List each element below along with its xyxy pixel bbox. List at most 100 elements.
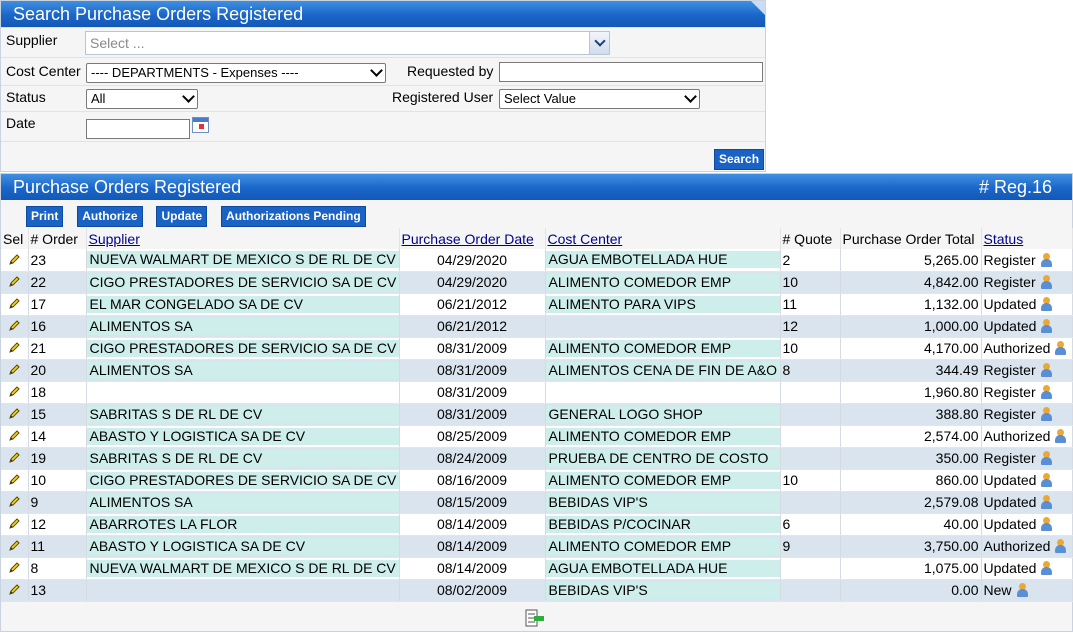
user-icon[interactable] bbox=[1040, 517, 1053, 531]
column-header-status[interactable]: Status bbox=[981, 228, 1073, 249]
table-row[interactable]: 10 CIGO PRESTADORES DE SERVICIO SA DE CV 0… bbox=[1, 469, 1073, 492]
status-select[interactable]: All bbox=[86, 89, 198, 109]
table-row[interactable]: 21 CIGO PRESTADORES DE SERVICIO SA DE CV 0… bbox=[1, 337, 1073, 360]
cost-center-text: AGUA EMBOTELLADA HUE bbox=[545, 251, 779, 269]
pencil-icon[interactable] bbox=[8, 451, 21, 464]
table-row[interactable]: 22 CIGO PRESTADORES DE SERVICIO SA DE CV 0… bbox=[1, 271, 1073, 294]
calendar-icon[interactable] bbox=[192, 117, 209, 133]
table-row[interactable]: 9 ALIMENTOS SA 08/15/2009 BEBIDAS VIP'S 2,57… bbox=[1, 491, 1073, 514]
cost-center-text: ALIMENTOS CENA DE FIN DE A&O bbox=[545, 361, 779, 379]
total-cell: 1,000.00 bbox=[840, 315, 982, 338]
pencil-icon[interactable] bbox=[8, 363, 21, 376]
table-row[interactable]: 23 NUEVA WALMART DE MEXICO S DE RL DE CV 0… bbox=[1, 249, 1073, 272]
requested-by-input[interactable] bbox=[499, 62, 763, 82]
user-icon[interactable] bbox=[1040, 385, 1052, 399]
supplier-text: SABRITAS S DE RL DE CV bbox=[86, 405, 398, 423]
user-icon[interactable] bbox=[1040, 297, 1053, 311]
table-row[interactable]: 16 ALIMENTOS SA 06/21/2012 12 1,000.00 Update… bbox=[1, 315, 1073, 338]
pencil-icon[interactable] bbox=[8, 517, 21, 530]
user-icon[interactable] bbox=[1040, 495, 1053, 509]
user-icon[interactable] bbox=[1040, 252, 1052, 267]
supplier-placeholder: Select ... bbox=[90, 35, 145, 51]
status-cell: Updated bbox=[981, 491, 1073, 514]
order-date-cell: 06/21/2012 bbox=[399, 293, 546, 316]
print-button[interactable]: Print bbox=[26, 206, 64, 227]
pencil-icon[interactable] bbox=[8, 429, 21, 442]
cost-center-select[interactable]: ---- DEPARTMENTS - Expenses ---- bbox=[86, 63, 386, 83]
select-cell[interactable] bbox=[1, 271, 29, 294]
user-icon[interactable] bbox=[1040, 561, 1053, 575]
user-icon[interactable] bbox=[1040, 319, 1053, 333]
pencil-icon[interactable] bbox=[8, 275, 21, 288]
user-icon[interactable] bbox=[1040, 275, 1052, 289]
table-row[interactable]: 20 ALIMENTOS SA 08/31/2009 ALIMENTOS CENA D… bbox=[1, 359, 1073, 382]
select-cell[interactable] bbox=[1, 513, 29, 536]
table-row[interactable]: 8 NUEVA WALMART DE MEXICO S DE RL DE CV 08… bbox=[1, 557, 1073, 580]
select-cell[interactable] bbox=[1, 447, 29, 470]
table-row[interactable]: 17 EL MAR CONGELADO SA DE CV 06/21/2012 ALI… bbox=[1, 293, 1073, 316]
collapse-corner-icon[interactable] bbox=[751, 1, 765, 15]
results-panel-title: Purchase Orders Registered bbox=[13, 177, 242, 197]
pencil-icon[interactable] bbox=[8, 407, 21, 420]
user-icon[interactable] bbox=[1040, 363, 1052, 377]
pencil-icon[interactable] bbox=[8, 561, 21, 574]
user-icon[interactable] bbox=[1040, 473, 1053, 487]
table-row[interactable]: 19 SABRITAS S DE RL DE CV 08/24/2009 PRUEBA… bbox=[1, 447, 1073, 470]
authorize-button[interactable]: Authorize bbox=[77, 206, 143, 227]
export-icon[interactable] bbox=[525, 609, 545, 627]
user-icon[interactable] bbox=[1054, 429, 1067, 443]
supplier-combobox[interactable]: Select ... bbox=[85, 31, 610, 55]
select-cell[interactable] bbox=[1, 469, 29, 492]
pencil-icon[interactable] bbox=[8, 473, 21, 486]
total-cell: 0.00 bbox=[840, 579, 982, 602]
pencil-icon[interactable] bbox=[8, 341, 21, 354]
column-header-order-date[interactable]: Purchase Order Date bbox=[399, 228, 546, 249]
select-cell[interactable] bbox=[1, 403, 29, 426]
pencil-icon[interactable] bbox=[8, 297, 21, 310]
table-row[interactable]: 18 08/31/2009 1,960.80 Register bbox=[1, 381, 1073, 404]
user-icon[interactable] bbox=[1040, 407, 1052, 421]
pencil-icon[interactable] bbox=[8, 253, 21, 266]
user-icon[interactable] bbox=[1054, 341, 1067, 355]
column-header-supplier[interactable]: Supplier bbox=[86, 228, 400, 249]
user-icon[interactable] bbox=[1054, 539, 1067, 553]
column-header-sel: Sel bbox=[1, 228, 29, 249]
pencil-icon[interactable] bbox=[8, 539, 21, 552]
update-button[interactable]: Update bbox=[156, 206, 208, 227]
table-row[interactable]: 13 08/02/2009 BEBIDAS VIP'S 0.00 New bbox=[1, 579, 1073, 602]
status-text: Register bbox=[983, 251, 1036, 268]
table-row[interactable]: 11 ABASTO Y LOGISTICA SA DE CV 08/14/2009 A… bbox=[1, 535, 1073, 558]
select-cell[interactable] bbox=[1, 315, 29, 338]
select-cell[interactable] bbox=[1, 557, 29, 580]
supplier-cell: SABRITAS S DE RL DE CV bbox=[86, 403, 400, 426]
table-row[interactable]: 15 SABRITAS S DE RL DE CV 08/31/2009 GENERA… bbox=[1, 403, 1073, 426]
select-cell[interactable] bbox=[1, 425, 29, 448]
select-cell[interactable] bbox=[1, 579, 29, 602]
date-input[interactable] bbox=[86, 119, 190, 139]
table-row[interactable]: 12 ABARROTES LA FLOR 08/14/2009 BEBIDAS P/C… bbox=[1, 513, 1073, 536]
chevron-down-icon[interactable] bbox=[589, 32, 609, 54]
select-cell[interactable] bbox=[1, 535, 29, 558]
select-cell[interactable] bbox=[1, 359, 29, 382]
select-cell[interactable] bbox=[1, 249, 29, 272]
search-button[interactable]: Search bbox=[714, 149, 765, 170]
pencil-icon[interactable] bbox=[8, 385, 21, 398]
column-header-cost-center[interactable]: Cost Center bbox=[545, 228, 781, 249]
select-cell[interactable] bbox=[1, 381, 29, 404]
quote-cell bbox=[780, 579, 841, 602]
select-cell[interactable] bbox=[1, 337, 29, 360]
authorizations-pending-button[interactable]: Authorizations Pending bbox=[221, 206, 366, 227]
column-header-total: Purchase Order Total bbox=[840, 228, 982, 249]
select-cell[interactable] bbox=[1, 293, 29, 316]
cost-center-cell: PRUEBA DE CENTRO DE COSTO bbox=[545, 447, 781, 470]
user-icon[interactable] bbox=[1040, 451, 1052, 465]
pencil-icon[interactable] bbox=[8, 583, 21, 596]
cost-center-cell: BEBIDAS VIP'S bbox=[545, 579, 781, 602]
pencil-icon[interactable] bbox=[8, 495, 21, 508]
select-cell[interactable] bbox=[1, 491, 29, 514]
order-number-cell: 20 bbox=[28, 359, 87, 382]
registered-user-select[interactable]: Select Value bbox=[499, 89, 700, 109]
user-icon[interactable] bbox=[1016, 583, 1028, 597]
pencil-icon[interactable] bbox=[8, 319, 21, 332]
table-row[interactable]: 14 ABASTO Y LOGISTICA SA DE CV 08/25/2009 A… bbox=[1, 425, 1073, 448]
